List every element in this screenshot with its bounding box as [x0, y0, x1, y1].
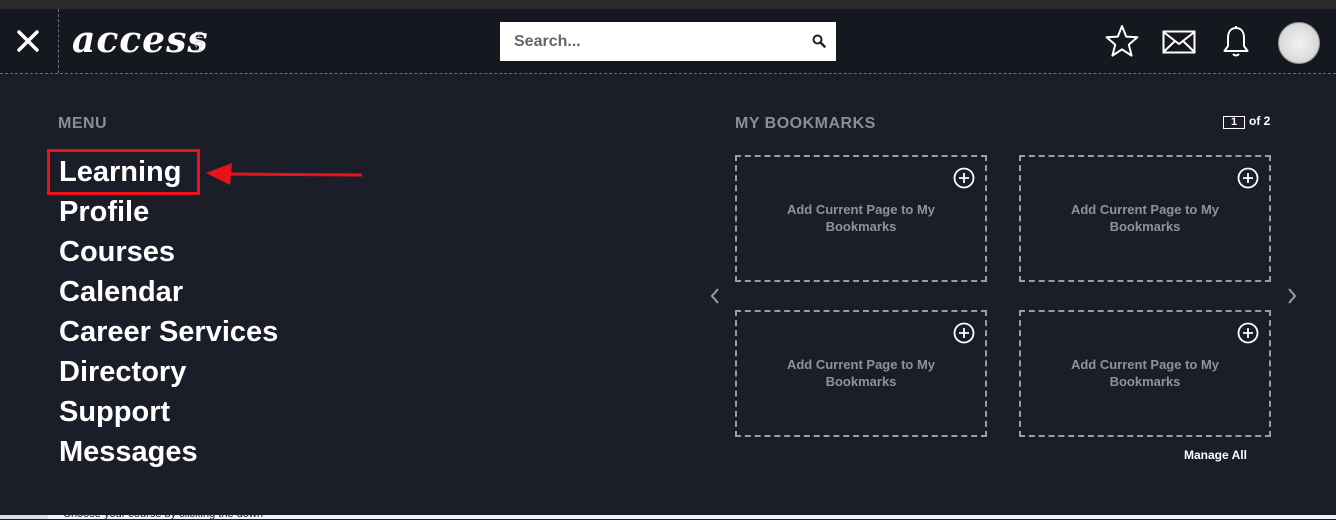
bookmark-slot[interactable]: Add Current Page to My Bookmarks	[735, 310, 987, 437]
menu-item-calendar[interactable]: Calendar	[59, 272, 278, 312]
chevron-right-icon[interactable]	[1286, 287, 1298, 305]
browser-top-strip	[0, 0, 1336, 9]
menu-item-courses[interactable]: Courses	[59, 232, 278, 272]
menu-item-support[interactable]: Support	[59, 392, 278, 432]
bookmark-slot[interactable]: Add Current Page to My Bookmarks	[735, 155, 987, 282]
menu-heading: MENU	[58, 115, 108, 132]
menu-item-messages[interactable]: Messages	[59, 432, 278, 472]
page-behind-gutter	[0, 515, 48, 519]
pager-current-page[interactable]: 1	[1223, 116, 1245, 129]
bookmarks-pager: 1 of 2	[1223, 114, 1270, 129]
add-circle-icon[interactable]	[953, 322, 975, 344]
bookmark-slot-label: Add Current Page to My Bookmarks	[786, 357, 936, 389]
page-behind-text: Choose your course by clicking the down	[63, 508, 263, 520]
add-circle-icon[interactable]	[1237, 167, 1259, 189]
search-icon[interactable]	[812, 34, 826, 48]
bookmarks-heading: MY BOOKMARKS	[735, 115, 876, 132]
search-bar	[500, 22, 836, 61]
star-icon[interactable]	[1104, 24, 1140, 58]
annotation-highlight-box	[47, 149, 200, 195]
bookmark-slot[interactable]: Add Current Page to My Bookmarks	[1019, 155, 1271, 282]
add-circle-icon[interactable]	[1237, 322, 1259, 344]
logo-text: access	[72, 19, 209, 61]
bookmark-slot-label: Add Current Page to My Bookmarks	[1070, 357, 1220, 389]
close-icon	[17, 30, 39, 52]
bookmark-slot-label: Add Current Page to My Bookmarks	[1070, 202, 1220, 234]
logo-subtext: HCI	[192, 31, 204, 53]
avatar[interactable]	[1278, 22, 1320, 64]
add-circle-icon[interactable]	[953, 167, 975, 189]
menu-item-profile[interactable]: Profile	[59, 192, 278, 232]
manage-all-link[interactable]: Manage All	[1184, 448, 1247, 462]
pager-total: of 2	[1249, 114, 1271, 128]
menu-item-directory[interactable]: Directory	[59, 352, 278, 392]
main-menu: Learning Profile Courses Calendar Career…	[59, 152, 278, 472]
bell-icon[interactable]	[1222, 25, 1250, 59]
menu-item-career-services[interactable]: Career Services	[59, 312, 278, 352]
mail-icon[interactable]	[1162, 30, 1196, 54]
close-menu-button[interactable]	[0, 9, 59, 73]
chevron-left-icon[interactable]	[709, 287, 721, 305]
annotation-arrow-icon	[206, 163, 363, 185]
top-header: access HCI	[0, 9, 1336, 74]
bookmark-slot[interactable]: Add Current Page to My Bookmarks	[1019, 310, 1271, 437]
bookmark-slot-label: Add Current Page to My Bookmarks	[786, 202, 936, 234]
search-input[interactable]	[500, 22, 814, 61]
